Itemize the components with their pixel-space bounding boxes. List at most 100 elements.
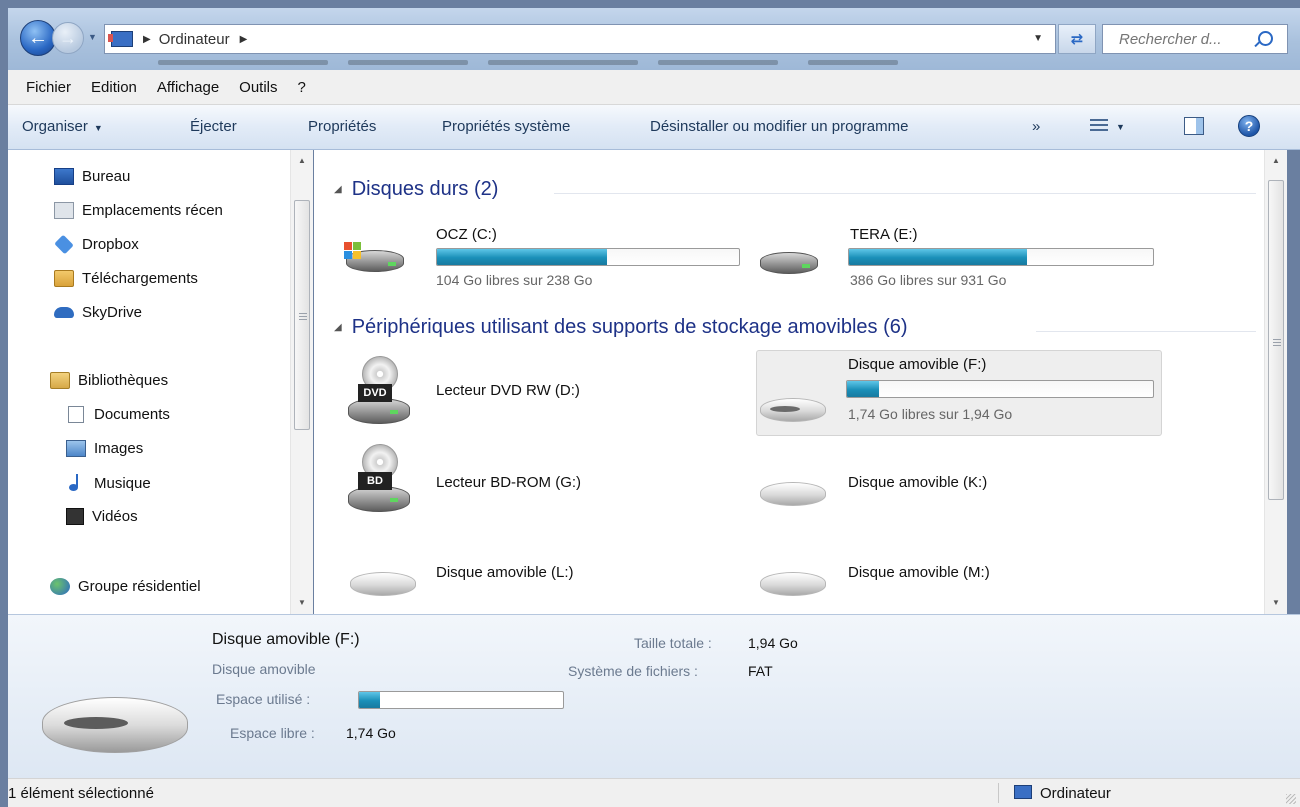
chevron-down-icon: ▼	[93, 123, 103, 133]
address-bar[interactable]: ▶ Ordinateur ▶ ▼	[104, 24, 1056, 54]
bd-drive-icon: BD	[348, 444, 410, 514]
group-divider	[554, 193, 1256, 194]
navigation-scrollbar[interactable]: ▲ ▼	[290, 150, 313, 614]
recent-pages-dropdown[interactable]: ▼	[88, 32, 97, 42]
drive-name: Lecteur DVD RW (D:)	[436, 382, 580, 399]
navigation-pane: Bureau Emplacements récen Dropbox Téléch…	[8, 150, 290, 614]
view-options-dropdown-icon[interactable]: ▼	[1116, 122, 1125, 132]
nav-item-skydrive[interactable]: SkyDrive	[54, 304, 142, 321]
nav-item-music[interactable]: Musique	[66, 474, 151, 492]
nav-item-downloads[interactable]: Téléchargements	[54, 270, 198, 287]
drive-free-space: 386 Go libres sur 931 Go	[850, 272, 1007, 288]
glass-streak	[158, 60, 328, 65]
file-system-value: FAT	[748, 663, 773, 679]
documents-icon	[68, 406, 84, 423]
drive-tile-m[interactable]: Disque amovible (M:)	[758, 540, 1162, 610]
desktop-icon	[54, 168, 74, 185]
scroll-up-icon[interactable]: ▲	[1272, 156, 1280, 165]
address-dropdown-icon[interactable]: ▼	[1033, 33, 1043, 44]
drive-tile-c[interactable]: OCZ (C:) 104 Go libres sur 238 Go	[344, 220, 744, 290]
drive-tile-e[interactable]: TERA (E:) 386 Go libres sur 931 Go	[758, 220, 1162, 290]
refresh-icon: ⇄	[1070, 31, 1084, 48]
menu-file[interactable]: Fichier	[26, 79, 71, 96]
collapse-icon[interactable]: ◢	[334, 184, 342, 195]
computer-icon	[1014, 785, 1032, 799]
uninstall-program-button[interactable]: Désinstaller ou modifier un programme	[650, 118, 908, 135]
scroll-down-icon[interactable]: ▼	[298, 598, 306, 607]
dvd-drive-icon: DVD	[348, 356, 410, 426]
windows-logo-icon	[344, 242, 362, 260]
menu-bar: Fichier Edition Affichage Outils ?	[8, 70, 1300, 105]
scroll-down-icon[interactable]: ▼	[1272, 598, 1280, 607]
scroll-up-icon[interactable]: ▲	[298, 156, 306, 165]
recent-places-icon	[54, 202, 74, 219]
collapse-icon[interactable]: ◢	[334, 322, 342, 333]
resize-grip-icon[interactable]	[1286, 794, 1296, 804]
drive-tile-k[interactable]: Disque amovible (K:)	[758, 444, 1162, 514]
help-icon[interactable]: ?	[1238, 115, 1260, 137]
nav-item-homegroup[interactable]: Groupe résidentiel	[50, 578, 201, 595]
change-view-icon[interactable]	[1090, 117, 1108, 135]
downloads-folder-icon	[54, 270, 74, 287]
preview-pane-icon[interactable]	[1184, 117, 1204, 135]
search-icon[interactable]	[1258, 31, 1273, 46]
scroll-thumb[interactable]	[294, 200, 310, 430]
explorer-window: ← → ▼ ▶ Ordinateur ▶ ▼ ⇄ Fichier Edition…	[8, 8, 1300, 807]
system-properties-button[interactable]: Propriétés système	[442, 118, 570, 135]
breadcrumb-chevron-icon[interactable]: ▶	[143, 34, 151, 45]
used-space-fill	[359, 692, 380, 708]
details-type: Disque amovible	[212, 661, 316, 677]
nav-item-documents[interactable]: Documents	[66, 406, 170, 423]
nav-item-label: Dropbox	[82, 236, 139, 253]
nav-item-desktop[interactable]: Bureau	[54, 168, 130, 185]
drive-tile-l[interactable]: Disque amovible (L:)	[348, 540, 728, 610]
forward-arrow-icon: →	[59, 27, 77, 48]
menu-tools[interactable]: Outils	[239, 79, 277, 96]
scroll-thumb[interactable]	[1268, 180, 1284, 500]
menu-help[interactable]: ?	[298, 79, 306, 96]
search-box[interactable]	[1102, 24, 1288, 54]
forward-button[interactable]: →	[52, 22, 84, 54]
drive-tile-g[interactable]: BD Lecteur BD-ROM (G:)	[348, 444, 728, 530]
group-header-hard-disks[interactable]: ◢ Disques durs (2)	[334, 178, 498, 201]
details-pane: Disque amovible (F:) Disque amovible Esp…	[8, 614, 1300, 779]
drive-tile-d[interactable]: DVD Lecteur DVD RW (D:)	[348, 350, 728, 436]
drive-usage-fill	[437, 249, 608, 265]
status-divider	[998, 783, 999, 803]
properties-button[interactable]: Propriétés	[308, 118, 376, 135]
group-title: Périphériques utilisant des supports de …	[351, 316, 908, 338]
group-title: Disques durs (2)	[351, 178, 499, 200]
nav-item-videos[interactable]: Vidéos	[66, 508, 138, 525]
menu-edit[interactable]: Edition	[91, 79, 137, 96]
removable-drive-icon	[42, 685, 190, 765]
glass-streak	[808, 60, 898, 65]
breadcrumb-computer[interactable]: Ordinateur	[159, 31, 230, 48]
status-bar: 1 élément sélectionné Ordinateur	[8, 778, 1300, 807]
eject-button[interactable]: Éjecter	[190, 118, 237, 135]
homegroup-icon	[50, 578, 70, 595]
used-space-label: Espace utilisé :	[216, 691, 311, 707]
nav-item-libraries[interactable]: Bibliothèques	[50, 372, 168, 389]
drive-name: Disque amovible (M:)	[848, 564, 990, 581]
more-commands-button[interactable]: »	[1032, 118, 1040, 135]
nav-item-label: Bibliothèques	[78, 372, 169, 389]
menu-view[interactable]: Affichage	[157, 79, 219, 96]
nav-item-label: Musique	[94, 474, 151, 492]
glass-streak	[348, 60, 468, 65]
hard-drive-icon	[344, 242, 406, 276]
content-scrollbar[interactable]: ▲ ▼	[1264, 150, 1287, 614]
glass-streak	[488, 60, 638, 65]
refresh-button[interactable]: ⇄	[1058, 24, 1096, 54]
file-system-label: Système de fichiers :	[568, 663, 698, 679]
search-input[interactable]	[1117, 29, 1261, 49]
back-button[interactable]: ←	[20, 20, 56, 56]
drive-tile-f[interactable]: Disque amovible (F:) 1,74 Go libres sur …	[758, 350, 1162, 436]
organize-button[interactable]: Organiser ▼	[22, 118, 103, 135]
nav-item-label: Vidéos	[92, 508, 138, 525]
breadcrumb-chevron-icon[interactable]: ▶	[240, 34, 248, 45]
nav-item-dropbox[interactable]: Dropbox	[54, 234, 139, 255]
nav-item-label: Emplacements récen	[82, 202, 223, 219]
nav-item-recent-places[interactable]: Emplacements récen	[54, 202, 223, 219]
group-header-removable[interactable]: ◢ Périphériques utilisant des supports d…	[334, 316, 908, 339]
nav-item-images[interactable]: Images	[66, 440, 143, 457]
